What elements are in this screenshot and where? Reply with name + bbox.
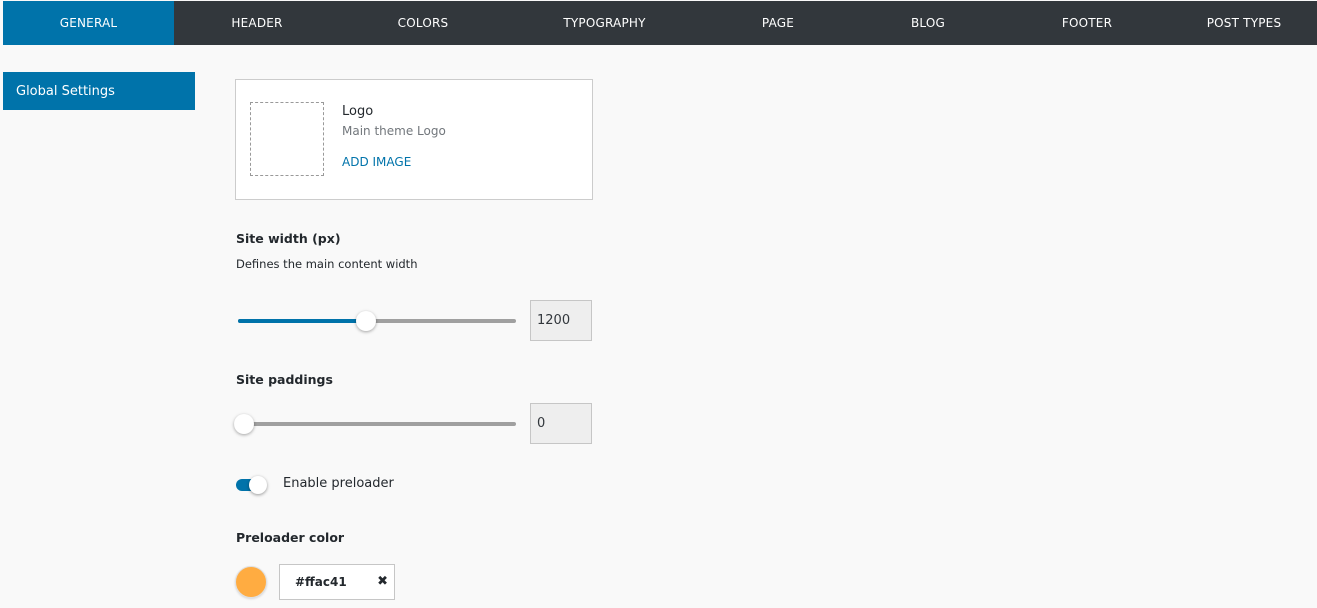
logo-image-placeholder[interactable] xyxy=(250,102,324,176)
tab-post-types[interactable]: POST TYPES xyxy=(1171,1,1317,45)
site-width-input[interactable] xyxy=(530,300,592,341)
slider-track xyxy=(234,422,516,426)
sidebar-item-global-settings[interactable]: Global Settings xyxy=(3,72,195,110)
tab-footer[interactable]: FOOTER xyxy=(1003,1,1171,45)
add-image-link[interactable]: ADD IMAGE xyxy=(342,155,411,169)
tab-general[interactable]: GENERAL xyxy=(3,1,174,45)
preloader-toggle-label: Enable preloader xyxy=(283,476,394,491)
tab-page[interactable]: PAGE xyxy=(703,1,853,45)
tab-blog[interactable]: BLOG xyxy=(853,1,1003,45)
settings-panel: GENERAL HEADER COLORS TYPOGRAPHY PAGE BL… xyxy=(3,1,1317,608)
toggle-knob xyxy=(249,476,267,494)
site-paddings-input[interactable] xyxy=(530,403,592,444)
color-hex-value: #ffac41 xyxy=(295,575,347,589)
preloader-toggle[interactable] xyxy=(235,475,269,495)
color-swatch[interactable] xyxy=(235,566,267,598)
logo-card: Logo Main theme Logo ADD IMAGE xyxy=(235,79,593,200)
slider-fill xyxy=(238,319,366,323)
color-hex-field[interactable]: #ffac41 ✖ xyxy=(279,564,395,600)
slider-thumb[interactable] xyxy=(234,414,254,434)
site-width-slider[interactable] xyxy=(238,311,516,331)
site-width-description: Defines the main content width xyxy=(236,257,418,271)
slider-thumb[interactable] xyxy=(356,311,376,331)
close-icon[interactable]: ✖ xyxy=(377,574,388,589)
site-width-label: Site width (px) xyxy=(236,231,341,246)
site-paddings-slider[interactable] xyxy=(234,414,516,434)
logo-description: Main theme Logo xyxy=(342,124,446,138)
preloader-color-label: Preloader color xyxy=(236,530,345,545)
tab-colors[interactable]: COLORS xyxy=(340,1,506,45)
logo-title: Logo xyxy=(342,104,374,119)
top-tab-bar: GENERAL HEADER COLORS TYPOGRAPHY PAGE BL… xyxy=(3,1,1317,45)
tab-typography[interactable]: TYPOGRAPHY xyxy=(506,1,703,45)
tab-header[interactable]: HEADER xyxy=(174,1,340,45)
site-paddings-label: Site paddings xyxy=(236,372,333,387)
